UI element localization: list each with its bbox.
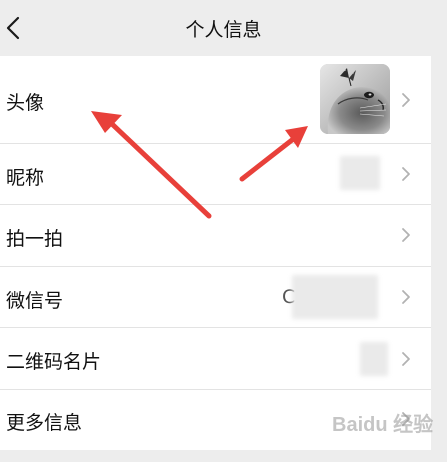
row-wechat-id[interactable]: 微信号 C [0,267,431,328]
row-label-avatar: 头像 [6,92,45,114]
row-label-wechat-id: 微信号 [6,290,64,312]
row-label-more-info: 更多信息 [6,412,83,434]
row-nickname[interactable]: 昵称 [0,144,431,205]
row-label-qr-code: 二维码名片 [6,351,102,373]
side-gutter [431,56,447,462]
row-avatar[interactable]: 头像 [0,56,431,144]
redacted-wechat-id [292,275,378,319]
row-label-pat: 拍一拍 [6,228,64,250]
chevron-right-icon [402,290,410,304]
chevron-right-icon [402,93,410,107]
qr-code-thumbnail [360,342,388,376]
row-pat[interactable]: 拍一拍 [0,205,431,267]
chevron-right-icon [402,352,410,366]
cat-avatar-image [320,64,390,134]
chevron-right-icon [402,167,410,181]
page-title: 个人信息 [185,19,262,41]
row-label-nickname: 昵称 [6,167,45,189]
watermark: Baidu 经验 [332,414,434,436]
settings-list: 头像 昵称 拍一拍 微信号 C 二维码名片 更多信息 [0,56,431,450]
chevron-right-icon [402,228,410,242]
top-bar: 个人信息 [0,0,447,56]
row-qr-code[interactable]: 二维码名片 [0,328,431,390]
avatar[interactable] [320,64,390,134]
redacted-nickname [340,156,380,190]
